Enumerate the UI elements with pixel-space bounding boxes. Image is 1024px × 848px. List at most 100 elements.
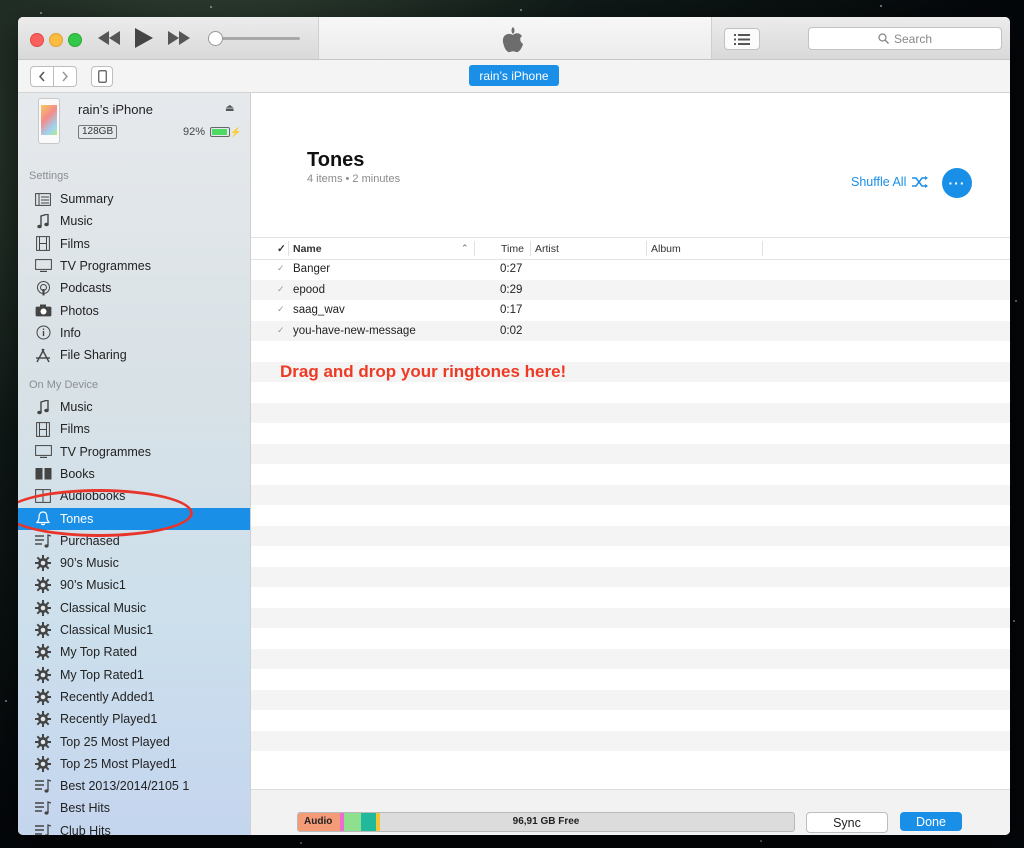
sidebar-item-top-25-most-played[interactable]: Top 25 Most Played — [18, 731, 250, 753]
status-display — [318, 17, 712, 59]
rewind-button[interactable] — [96, 27, 122, 49]
eject-icon[interactable]: ⏏ — [225, 103, 234, 114]
audio-segment-label: Audio — [304, 816, 333, 827]
sidebar-item-label: 90’s Music — [60, 556, 119, 571]
sidebar-item-tv-programmes[interactable]: TV Programmes — [18, 441, 250, 463]
podcast-icon — [34, 280, 52, 296]
sidebar-item-purchased[interactable]: Purchased — [18, 530, 250, 552]
play-button[interactable] — [132, 27, 156, 49]
back-button[interactable] — [30, 66, 54, 87]
storage-bar-area: 96,91 GB Free Audio Sync Done — [251, 789, 1010, 835]
maximize-window-button[interactable] — [68, 33, 82, 47]
volume-slider-knob[interactable] — [208, 31, 223, 46]
capacity-bar[interactable]: 96,91 GB Free Audio — [297, 812, 795, 832]
smart-playlist-gear-icon — [34, 599, 52, 616]
sidebar-item-classical-music1[interactable]: Classical Music1 — [18, 619, 250, 641]
shuffle-all-button[interactable]: Shuffle All — [851, 175, 929, 189]
column-name[interactable]: Name — [293, 238, 322, 259]
sidebar-item-podcasts[interactable]: Podcasts — [18, 277, 250, 299]
sidebar-item-label: Photos — [60, 303, 99, 318]
sidebar-item-best-hits[interactable]: Best Hits — [18, 797, 250, 819]
sidebar-item-90-s-music1[interactable]: 90’s Music1 — [18, 574, 250, 596]
charging-icon: ⚡ — [230, 127, 242, 137]
sort-ascending-icon[interactable]: ⌃ — [461, 238, 469, 259]
sidebar-item-classical-music[interactable]: Classical Music — [18, 597, 250, 619]
apple-logo-icon — [502, 27, 524, 56]
sidebar-item-file-sharing[interactable]: File Sharing — [18, 344, 250, 366]
forward-button[interactable] — [54, 66, 77, 87]
search-icon — [878, 33, 889, 44]
sidebar-item-summary[interactable]: Summary — [18, 188, 250, 210]
column-check[interactable]: ✓ — [277, 238, 286, 259]
search-field[interactable]: Search — [808, 27, 1002, 50]
column-artist[interactable]: Artist — [535, 238, 559, 259]
sidebar-item-recently-added1[interactable]: Recently Added1 — [18, 686, 250, 708]
empty-row — [251, 648, 1010, 669]
row-checkbox[interactable]: ✓ — [277, 304, 285, 315]
sidebar-item-recently-played1[interactable]: Recently Played1 — [18, 708, 250, 730]
table-row[interactable]: ✓ Banger 0:27 — [251, 259, 1010, 280]
playlist-icon — [34, 800, 52, 816]
sidebar-item-90-s-music[interactable]: 90’s Music — [18, 552, 250, 574]
empty-row — [251, 751, 1010, 772]
track-name: Banger — [293, 263, 331, 275]
sidebar-item-label: Top 25 Most Played — [60, 734, 170, 749]
sidebar-item-audiobooks[interactable]: Audiobooks — [18, 485, 250, 507]
track-list: ✓ Banger 0:27 ✓ epood 0:29 ✓ saag_wav 0:17 ✓ you-h… — [251, 259, 1010, 779]
track-time: 0:29 — [500, 283, 523, 296]
sidebar-item-label: 90’s Music1 — [60, 578, 126, 593]
sidebar-item-info[interactable]: Info — [18, 322, 250, 344]
table-row[interactable]: ✓ saag_wav 0:17 — [251, 300, 1010, 321]
table-row[interactable]: ✓ epood 0:29 — [251, 279, 1010, 300]
sidebar-item-label: TV Programmes — [60, 258, 151, 273]
sidebar-item-my-top-rated1[interactable]: My Top Rated1 — [18, 664, 250, 686]
sidebar-item-label: Recently Added1 — [60, 689, 155, 704]
info-icon — [34, 325, 52, 341]
sync-button[interactable]: Sync — [806, 812, 888, 833]
row-checkbox[interactable]: ✓ — [277, 325, 285, 336]
track-name: you-have-new-message — [293, 324, 416, 337]
close-window-button[interactable] — [30, 33, 44, 47]
smart-playlist-gear-icon — [34, 711, 52, 728]
sidebar-item-label: Music — [60, 400, 93, 414]
column-time[interactable]: Time — [501, 238, 524, 259]
done-button[interactable]: Done — [900, 812, 962, 831]
sidebar-item-label: Classical Music — [60, 600, 147, 615]
sidebar-item-my-top-rated[interactable]: My Top Rated — [18, 641, 250, 663]
device-pill-button[interactable]: rain’s iPhone — [469, 65, 559, 86]
sidebar-item-label: Info — [60, 325, 81, 340]
device-button[interactable] — [91, 66, 113, 87]
shuffle-icon — [912, 176, 929, 188]
free-space-label: 96,91 GB Free — [512, 816, 580, 827]
empty-row — [251, 525, 1010, 546]
table-row[interactable]: ✓ you-have-new-message 0:02 — [251, 320, 1010, 341]
sidebar-item-films[interactable]: Films — [18, 233, 250, 255]
film-icon — [34, 421, 52, 437]
book-icon — [34, 466, 52, 482]
smart-playlist-gear-icon — [34, 555, 52, 572]
sidebar-item-music[interactable]: Music — [18, 210, 250, 232]
fast-forward-button[interactable] — [166, 27, 192, 49]
minimize-window-button[interactable] — [49, 33, 63, 47]
sidebar-item-club-hits[interactable]: Club Hits — [18, 820, 250, 835]
sidebar-item-photos[interactable]: Photos — [18, 300, 250, 322]
volume-slider[interactable] — [214, 37, 300, 40]
play-icon — [135, 28, 153, 48]
app-store-icon — [34, 347, 52, 363]
sidebar-item-music[interactable]: Music — [18, 396, 250, 418]
settings-section-header: Settings — [29, 170, 69, 182]
row-checkbox[interactable]: ✓ — [277, 284, 285, 295]
column-album[interactable]: Album — [651, 238, 681, 259]
sidebar-item-top-25-most-played1[interactable]: Top 25 Most Played1 — [18, 753, 250, 775]
row-checkbox[interactable]: ✓ — [277, 263, 285, 274]
title-bar: Search — [18, 17, 1010, 60]
empty-row — [251, 423, 1010, 444]
sidebar-item-films[interactable]: Films — [18, 418, 250, 440]
sidebar-item-best-2013-2014-2105-1[interactable]: Best 2013/2014/2105 1 — [18, 775, 250, 797]
sidebar-item-books[interactable]: Books — [18, 463, 250, 485]
more-options-button[interactable]: ··· — [942, 168, 972, 198]
sidebar-item-tones[interactable]: Tones — [18, 507, 250, 530]
empty-row — [251, 607, 1010, 628]
up-next-button[interactable] — [724, 28, 760, 50]
sidebar-item-tv-programmes[interactable]: TV Programmes — [18, 255, 250, 277]
